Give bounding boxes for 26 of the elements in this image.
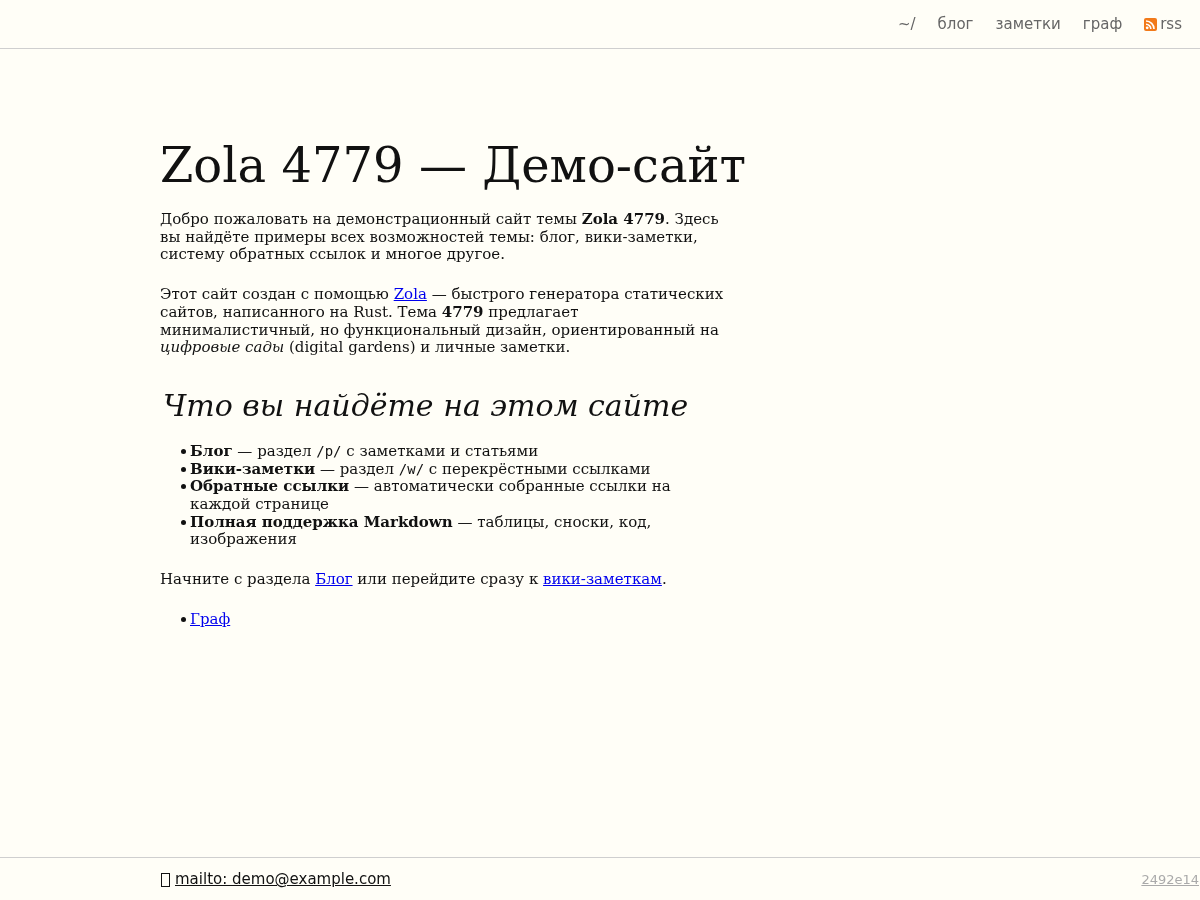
email-link[interactable]: mailto: demo@example.com [175,870,391,888]
nav-link[interactable]: ~/ [898,15,916,33]
list-item-text: Блог — раздел /p/ с заметками и статьями [190,442,540,461]
page-title: Zola 4779 — Демо-сайт [160,136,747,194]
bullet-icon [181,448,186,454]
paragraph: Добро пожаловать на демонстрационный сайт темы Zola 4779. Здесь вы найдёте примеры всех возможностей темы: блог, вики-заметки, систему обратных ссылок и многое другое. [160,211,720,265]
list-link[interactable]: Граф [190,609,231,628]
nav-link[interactable]: блог [937,15,974,33]
rss-link[interactable]: rss [1144,15,1182,33]
list-item-text: Полная поддержка Markdown — таблицы, сноски, код, изображения [190,513,653,550]
missing-glyph-icon [161,873,170,887]
bullet-icon [181,484,186,490]
inline-link[interactable]: вики-заметкам [543,570,662,589]
bullet-icon [181,616,186,622]
inline-link[interactable]: Блог [315,570,353,589]
rss-icon [1144,17,1158,31]
list-item-text: Обратные ссылки — автоматически собранные ссылки на каждой странице [190,478,672,514]
nav-link[interactable]: заметки [995,15,1061,33]
list-item-text: Вики-заметки — раздел /w/ с перекрёстными ссылками [190,460,652,479]
bullet-icon [181,519,186,525]
bullet-icon [181,466,186,472]
inline-link[interactable]: Zola [393,285,427,304]
section-heading: Что вы найдёте на этом сайте [162,387,689,424]
nav-link[interactable]: граф [1082,15,1123,33]
paragraph: Начните с раздела Блог или перейдите сразу к вики-заметкам. [160,571,668,589]
paragraph: Этот сайт создан с помощью Zola — быстрого генератора статических сайтов, написанного на Rust. Тема 4779 предлагает минималистичный, но функциональный дизайн, ориентированный на цифровые сады (digital gardens) и личные заметки. [160,286,725,357]
